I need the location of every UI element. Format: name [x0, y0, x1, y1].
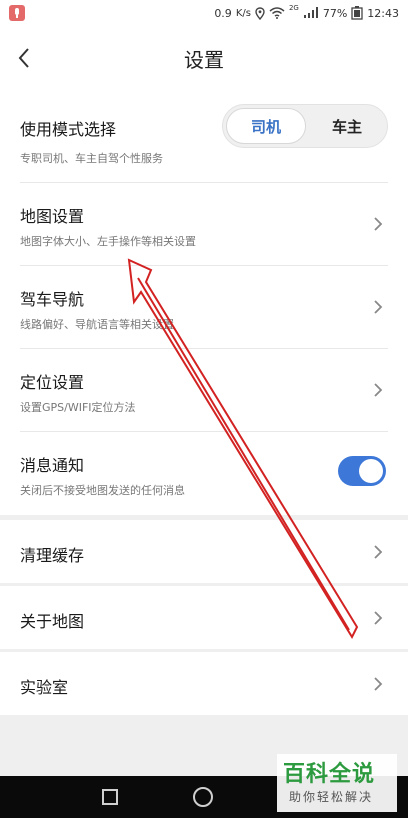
chevron-right-icon: [374, 677, 383, 691]
location-title: 定位设置: [20, 373, 85, 392]
toggle-knob: [359, 459, 383, 483]
chevron-right-icon: [374, 611, 383, 625]
map-settings-title: 地图设置: [20, 207, 85, 226]
notifications-toggle[interactable]: [338, 456, 386, 486]
mode-option-driver[interactable]: 司机: [226, 108, 306, 144]
settings-screen: 0.9 K/s 2G 77% 12:43 设置 使用模式选择 专职司机、车主自驾…: [0, 0, 408, 818]
watermark-subtitle: 助你轻松解决: [289, 790, 374, 804]
notifications-subtitle: 关闭后不接受地图发送的任何消息: [20, 484, 185, 497]
wifi-icon: [269, 7, 285, 19]
mode-title: 使用模式选择: [20, 120, 117, 139]
app-header: 设置: [0, 26, 408, 90]
clear-cache-title: 清理缓存: [20, 546, 85, 565]
settings-group-lab: 实验室: [0, 652, 408, 715]
watermark-logo: 百科全说 助你轻松解决: [277, 754, 397, 812]
network-speed-unit: K/s: [235, 7, 251, 19]
driving-nav-subtitle: 线路偏好、导航语言等相关设置: [20, 318, 174, 331]
lab-row[interactable]: 实验室: [0, 652, 408, 715]
location-row[interactable]: 定位设置 设置GPS/WIFI定位方法: [0, 349, 408, 432]
chevron-right-icon: [374, 383, 383, 397]
about-row[interactable]: 关于地图: [0, 586, 408, 649]
status-bar: 0.9 K/s 2G 77% 12:43: [0, 0, 408, 26]
notifications-title: 消息通知: [20, 456, 85, 475]
map-settings-row[interactable]: 地图设置 地图字体大小、左手操作等相关设置: [0, 183, 408, 266]
driving-nav-row[interactable]: 驾车导航 线路偏好、导航语言等相关设置: [0, 266, 408, 349]
lab-title: 实验室: [20, 678, 69, 697]
settings-group-main: 使用模式选择 专职司机、车主自驾个性服务 司机 车主 地图设置 地图字体大小、左…: [0, 90, 408, 515]
recents-square-icon[interactable]: [102, 789, 118, 805]
page-title: 设置: [184, 48, 224, 72]
settings-group-cache: 清理缓存: [0, 520, 408, 583]
chevron-right-icon: [374, 545, 383, 559]
notifications-row: 消息通知 关闭后不接受地图发送的任何消息: [0, 432, 408, 515]
clear-cache-row[interactable]: 清理缓存: [0, 520, 408, 583]
home-circle-icon[interactable]: [193, 787, 213, 807]
microphone-icon: [9, 5, 25, 21]
map-settings-subtitle: 地图字体大小、左手操作等相关设置: [20, 235, 196, 248]
chevron-right-icon: [374, 217, 383, 231]
location-subtitle: 设置GPS/WIFI定位方法: [20, 401, 136, 414]
about-title: 关于地图: [20, 612, 85, 631]
clock: 12:43: [367, 6, 399, 20]
mode-row: 使用模式选择 专职司机、车主自驾个性服务 司机 车主: [0, 90, 408, 183]
watermark-title: 百科全说: [283, 762, 376, 787]
driving-nav-title: 驾车导航: [20, 290, 85, 309]
network-speed-value: 0.9: [214, 6, 232, 20]
battery-percent: 77%: [322, 6, 348, 20]
battery-icon: [351, 6, 363, 20]
status-indicators: 0.9 K/s 2G 77% 12:43: [214, 0, 399, 26]
mode-option-owner[interactable]: 车主: [309, 108, 385, 144]
network-type-label: 2G: [288, 4, 299, 12]
mode-segmented-control: 司机 车主: [222, 104, 388, 148]
signal-icon: [303, 7, 319, 19]
mode-subtitle: 专职司机、车主自驾个性服务: [20, 152, 163, 165]
chevron-right-icon: [374, 300, 383, 314]
settings-group-about: 关于地图: [0, 586, 408, 649]
location-icon: [255, 6, 265, 20]
